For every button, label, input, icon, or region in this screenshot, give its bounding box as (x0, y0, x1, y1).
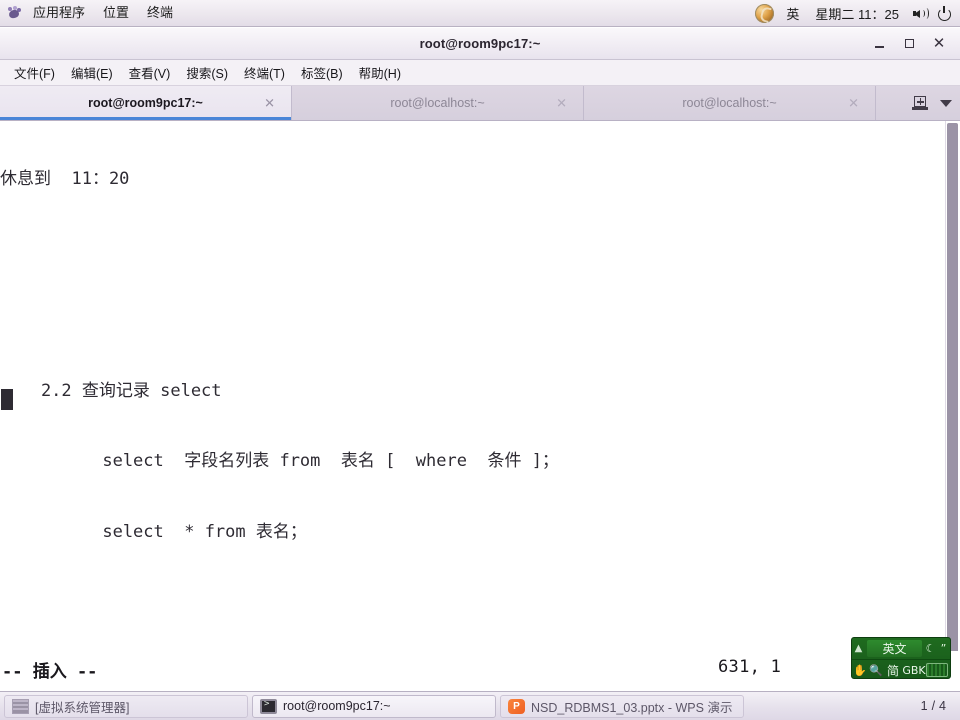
taskbar-item-virt-manager[interactable]: [虚拟系统管理器] (4, 694, 248, 718)
workspace-total: 4 (939, 699, 946, 713)
quote-icon[interactable]: ” (937, 638, 950, 659)
tab-root-room9pc17[interactable]: root@room9pc17:~ ✕ (0, 86, 292, 120)
window-title-bar[interactable]: root@room9pc17:~ ✕ (0, 28, 960, 60)
terminal-line: select * from 表名； (0, 521, 307, 542)
close-icon[interactable]: ✕ (848, 97, 859, 110)
menu-search[interactable]: 搜索(S) (178, 60, 236, 85)
window-title: root@room9pc17:~ (419, 36, 541, 51)
top-panel-tray: 英 星期二 11：25 (755, 0, 960, 26)
fedora-logo-icon[interactable] (755, 3, 775, 23)
chevron-up-icon[interactable]: ▲ (852, 638, 865, 659)
close-icon[interactable]: ✕ (264, 97, 275, 110)
tab-bar-tools (912, 86, 960, 120)
menu-file[interactable]: 文件(F) (6, 60, 63, 85)
menu-applications[interactable]: 应用程序 (24, 2, 94, 24)
new-tab-icon[interactable] (912, 95, 928, 111)
hand-icon[interactable]: ✋ (852, 660, 868, 678)
menu-bar: 文件(F) 编辑(E) 查看(V) 搜索(S) 终端(T) 标签(B) 帮助(H… (0, 60, 960, 86)
tab-label: root@localhost:~ (390, 96, 485, 110)
taskbar-item-label: [虚拟系统管理器] (35, 700, 130, 715)
tab-root-localhost-1[interactable]: root@localhost:~ ✕ (292, 86, 584, 120)
wps-icon (508, 698, 525, 714)
ime-row-top: ▲ 英文 ☾ ” (852, 638, 950, 660)
menu-edit[interactable]: 编辑(E) (63, 60, 121, 85)
power-icon[interactable] (937, 5, 952, 21)
virt-manager-icon (12, 698, 29, 714)
ime-widget[interactable]: ▲ 英文 ☾ ” ✋ 🔍 简 GBK (851, 637, 951, 679)
menu-view[interactable]: 查看(V) (121, 60, 179, 85)
menu-terminal[interactable]: 终端 (138, 2, 182, 24)
window-controls: ✕ (864, 28, 954, 59)
tab-root-localhost-2[interactable]: root@localhost:~ ✕ (584, 86, 876, 120)
taskbar-item-wps[interactable]: NSD_RDBMS1_03.pptx - WPS 演示 (500, 694, 744, 718)
close-icon: ✕ (932, 35, 946, 52)
keyboard-icon[interactable] (926, 663, 948, 677)
vertical-scrollbar[interactable] (945, 121, 960, 692)
terminal-text: 休息到 11：20 2.2 查询记录 select select 字段名列表 f… (0, 121, 944, 692)
workspace-current: 1 (920, 699, 928, 713)
top-panel: 应用程序 位置 终端 英 星期二 11：25 (0, 0, 960, 27)
taskbar-item-label: root@room9pc17:~ (283, 699, 391, 713)
terminal-line: select 字段名列表 from 表名 [ where 条件 ]； (0, 451, 559, 471)
menu-places[interactable]: 位置 (94, 2, 138, 24)
scrollbar-thumb[interactable] (947, 123, 958, 671)
terminal-body[interactable]: 休息到 11：20 2.2 查询记录 select select 字段名列表 f… (0, 121, 960, 692)
workspace-switcher[interactable]: 1 / 4 (921, 699, 956, 713)
taskbar-item-label: NSD_RDBMS1_03.pptx - WPS 演示 (531, 700, 733, 715)
input-method-indicator[interactable]: 英 (778, 2, 807, 25)
ime-language-button[interactable]: 英文 (867, 640, 922, 657)
terminal-line: 2.2 查询记录 select (0, 380, 222, 401)
vim-status-line: -- 插入 -- 631, 1 (0, 651, 960, 691)
vim-mode-indicator: -- 插入 -- (2, 662, 98, 682)
terminal-line: 休息到 11：20 (0, 169, 130, 189)
menu-tabs[interactable]: 标签(B) (293, 60, 351, 85)
gnome-foot-icon[interactable] (6, 5, 23, 21)
taskbar-item-terminal[interactable]: root@room9pc17:~ (252, 694, 496, 718)
terminal-window: root@room9pc17:~ ✕ 文件(F) 编辑(E) 查看(V) 搜索(… (0, 28, 960, 692)
tab-bar: root@room9pc17:~ ✕ root@localhost:~ ✕ ro… (0, 86, 960, 121)
menu-terminal[interactable]: 终端(T) (236, 60, 293, 85)
tab-label: root@room9pc17:~ (88, 96, 203, 110)
taskbar: [虚拟系统管理器] root@room9pc17:~ NSD_RDBMS1_03… (0, 691, 960, 720)
clock[interactable]: 星期二 11：25 (807, 2, 907, 25)
close-icon[interactable]: ✕ (556, 97, 567, 110)
block-cursor (1, 389, 13, 410)
close-button[interactable]: ✕ (924, 31, 954, 57)
desktop-screen: 应用程序 位置 终端 英 星期二 11：25 root@room9pc17:~ … (0, 0, 960, 720)
ime-simplified-toggle[interactable]: 简 (884, 660, 902, 678)
ime-row-bottom: ✋ 🔍 简 GBK (852, 660, 950, 678)
maximize-button[interactable] (894, 31, 924, 57)
top-panel-menus: 应用程序 位置 终端 (0, 0, 182, 26)
volume-icon[interactable] (913, 6, 929, 21)
ime-encoding-label[interactable]: GBK (902, 660, 926, 678)
workspace-separator: / (931, 699, 936, 713)
chevron-down-icon[interactable] (940, 99, 952, 107)
terminal-icon (260, 698, 277, 714)
moon-icon[interactable]: ☾ (924, 638, 937, 659)
search-icon[interactable]: 🔍 (868, 660, 884, 678)
menu-help[interactable]: 帮助(H) (351, 60, 409, 85)
minimize-button[interactable] (864, 31, 894, 57)
tab-label: root@localhost:~ (682, 96, 777, 110)
vim-cursor-position: 631, 1 (718, 657, 782, 677)
